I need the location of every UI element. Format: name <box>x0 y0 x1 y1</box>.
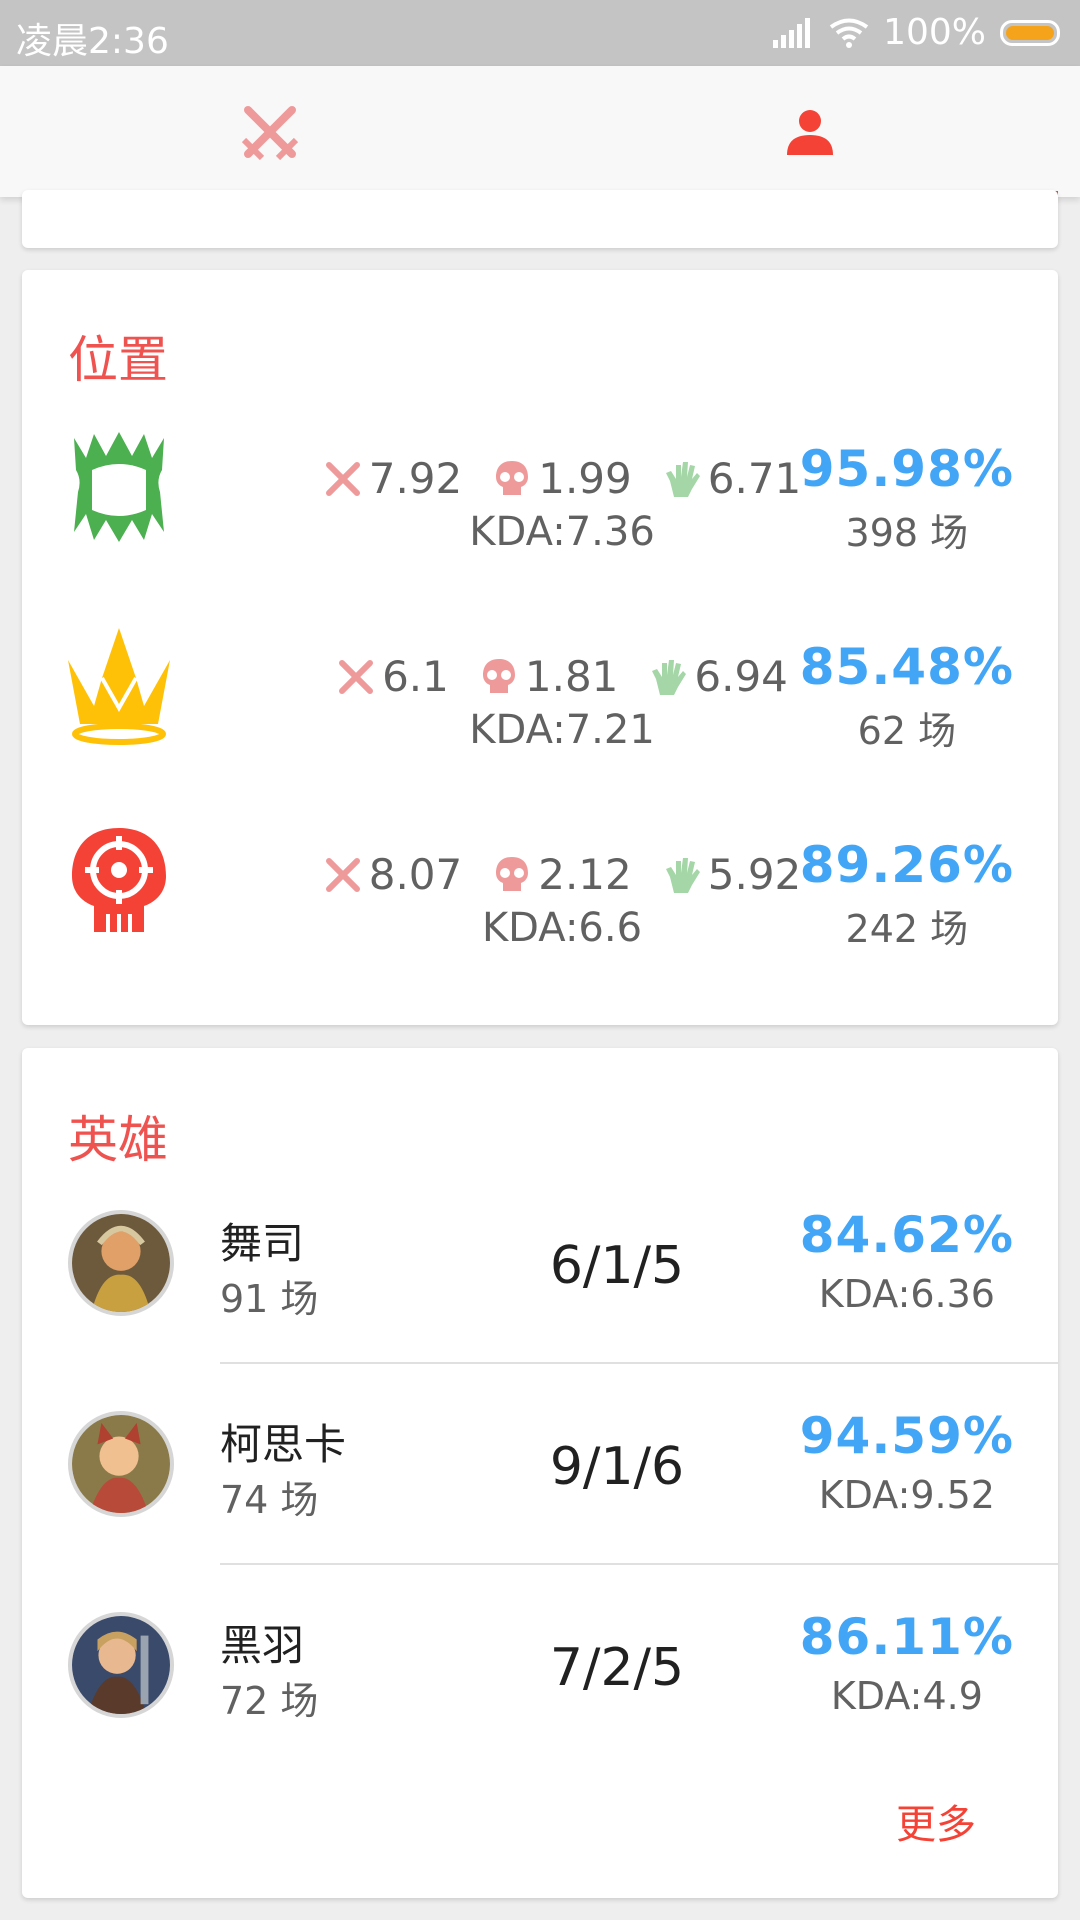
kda-value: KDA:4.9 <box>830 1674 983 1718</box>
kills-icon <box>325 857 360 892</box>
position-result: 95.98% 398 场 <box>800 440 1014 557</box>
crossed-swords-icon <box>241 105 299 160</box>
position-row[interactable]: 6.1 1.81 6.94 KDA:7.21 85.48% 62 场 <box>22 628 1058 778</box>
hero-name: 柯思卡 <box>220 1420 347 1469</box>
kills-value: 8.07 <box>368 850 463 899</box>
win-rate: 95.98% <box>799 440 1014 498</box>
hero-avatar <box>68 1612 174 1718</box>
row-divider <box>220 1362 1058 1364</box>
hero-kda-score: 7/2/5 <box>549 1638 685 1698</box>
kda-value: KDA:6.6 <box>481 905 643 951</box>
battery-icon <box>1000 19 1060 46</box>
position-stats: 6.1 1.81 6.94 KDA:7.21 <box>252 652 872 753</box>
deaths-value: 2.12 <box>538 850 632 899</box>
signal-icon <box>773 17 811 48</box>
deaths-icon <box>496 856 529 891</box>
kills-value: 6.1 <box>382 652 449 701</box>
kills-icon <box>339 659 374 694</box>
kda-value: KDA:7.21 <box>469 707 655 753</box>
deaths-value: 1.81 <box>524 652 619 701</box>
deaths-icon <box>482 658 515 693</box>
hero-row[interactable]: 柯思卡 74 场 9/1/6 94.59% KDA:9.52 <box>22 1389 1058 1589</box>
hero-title: 英雄 <box>68 1111 168 1169</box>
hero-result: 84.62% KDA:6.36 <box>800 1206 1014 1316</box>
games-count: 242 场 <box>845 907 969 951</box>
kda-value: KDA:7.36 <box>469 509 655 555</box>
hero-row[interactable]: 舞司 91 场 6/1/5 84.62% KDA:6.36 <box>22 1188 1058 1388</box>
position-result: 85.48% 62 场 <box>800 638 1014 755</box>
hero-name: 舞司 <box>220 1219 305 1268</box>
hero-avatar <box>68 1411 174 1517</box>
deaths-value: 1.99 <box>538 454 632 503</box>
deaths-icon <box>496 460 529 495</box>
games-count: 62 场 <box>857 709 957 753</box>
kda-value: KDA:9.52 <box>818 1473 995 1517</box>
games-count: 398 场 <box>845 511 969 555</box>
win-rate: 94.59% <box>799 1407 1014 1465</box>
hero-kda-score: 9/1/6 <box>549 1437 685 1497</box>
hero-row[interactable]: 黑羽 72 场 7/2/5 86.11% KDA:4.9 <box>22 1590 1058 1790</box>
status-icons: 100% <box>773 12 1060 53</box>
hero-name: 黑羽 <box>220 1621 305 1670</box>
win-rate: 84.62% <box>799 1206 1014 1264</box>
assists-icon <box>652 659 687 695</box>
tab-profile[interactable] <box>540 66 1080 197</box>
position-stats: 7.92 1.99 6.71 KDA:7.36 <box>252 454 872 555</box>
hero-kda-score: 6/1/5 <box>549 1236 685 1296</box>
status-time: 凌晨2:36 <box>16 21 169 62</box>
assists-value: 6.71 <box>707 454 802 503</box>
position-stats: 8.07 2.12 5.92 KDA:6.6 <box>252 850 872 951</box>
wifi-icon <box>829 18 869 48</box>
crown-icon <box>68 628 170 745</box>
hero-result: 86.11% KDA:4.9 <box>800 1608 1014 1718</box>
assists-value: 5.92 <box>707 850 802 899</box>
assists-icon <box>665 461 700 497</box>
win-rate: 85.48% <box>799 638 1014 696</box>
hero-result: 94.59% KDA:9.52 <box>800 1407 1014 1517</box>
fang-icon <box>74 432 164 542</box>
assists-icon <box>665 857 700 893</box>
hero-games: 72 场 <box>220 1679 319 1723</box>
previous-card <box>22 190 1058 248</box>
position-row[interactable]: 8.07 2.12 5.92 KDA:6.6 89.26% 242 场 <box>22 826 1058 976</box>
hero-games: 74 场 <box>220 1478 319 1522</box>
tab-matches[interactable] <box>0 66 540 197</box>
status-bar: 凌晨2:36 100% <box>0 0 1080 66</box>
row-divider <box>220 1563 1058 1565</box>
more-link[interactable]: 更多 <box>896 1792 976 1850</box>
position-row[interactable]: 7.92 1.99 6.71 KDA:7.36 95.98% 398 场 <box>22 430 1058 580</box>
hero-card: 英雄 舞司 91 场 6/1/5 84.62% KDA:6.36 柯思卡 74 … <box>22 1048 1058 1898</box>
person-icon <box>787 109 833 155</box>
assists-value: 6.94 <box>694 652 788 701</box>
tab-bar <box>0 66 1080 197</box>
hero-avatar <box>68 1210 174 1316</box>
skull-target-icon <box>72 828 166 932</box>
position-title: 位置 <box>68 331 168 389</box>
win-rate: 86.11% <box>799 1608 1014 1666</box>
battery-percent: 100% <box>883 12 986 53</box>
position-card: 位置 7.92 1.99 6.71 KDA:7.36 95.98% 398 场 … <box>22 270 1058 1025</box>
hero-games: 91 场 <box>220 1277 319 1321</box>
kills-value: 7.92 <box>368 454 463 503</box>
win-rate: 89.26% <box>799 836 1014 894</box>
kda-value: KDA:6.36 <box>818 1272 995 1316</box>
kills-icon <box>325 461 360 496</box>
position-result: 89.26% 242 场 <box>800 836 1014 953</box>
